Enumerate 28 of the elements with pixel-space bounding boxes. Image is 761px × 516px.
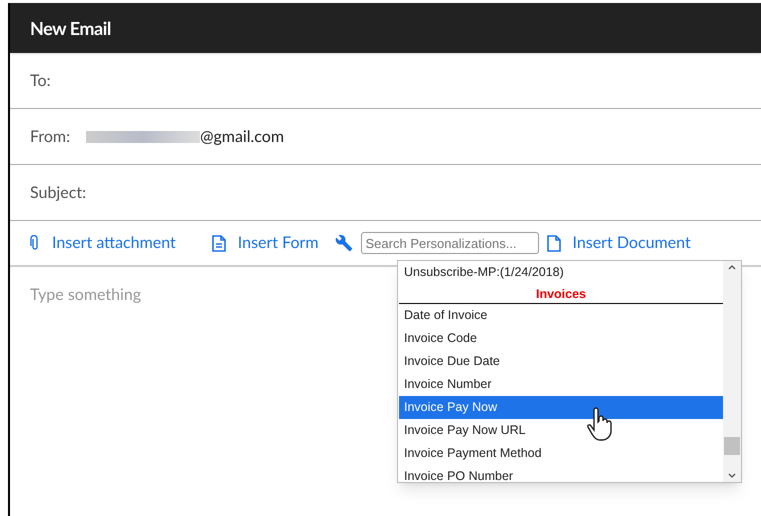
hand-cursor-icon [586, 407, 614, 443]
search-field[interactable]: Search Personalizations... [360, 232, 539, 254]
paperclip-icon [30, 235, 40, 251]
scroll-down-icon[interactable] [728, 473, 736, 478]
dropdown-item[interactable]: Invoice Number [399, 373, 723, 396]
field-label: To: [30, 70, 51, 92]
form-icon [212, 234, 226, 252]
dropdown-item[interactable]: Invoice Code [399, 327, 723, 350]
field-label: From: [30, 126, 70, 148]
dropdown-item[interactable]: Invoice PO Number [399, 465, 723, 482]
insert-attachment-button[interactable]: Insert attachment [30, 231, 176, 255]
dropdown-item[interactable]: Invoice Pay Now URL [399, 419, 723, 442]
window-title: New Email [30, 16, 111, 40]
scroll-up-icon[interactable] [728, 265, 736, 270]
dropdown-item[interactable]: Invoice Due Date [399, 350, 723, 373]
dropdown-item[interactable]: Date of Invoice [399, 304, 723, 327]
scroll-thumb[interactable] [724, 437, 740, 455]
dropdown-item[interactable]: Invoice Pay Now [399, 396, 723, 419]
insert-document-button[interactable]: Insert Document [546, 231, 691, 255]
field-label: Subject: [30, 182, 86, 204]
document-icon [546, 234, 561, 252]
dropdown-item[interactable]: Invoice Payment Method [399, 442, 723, 465]
wrench-icon[interactable] [334, 234, 353, 252]
group-header: Invoices [399, 284, 723, 304]
dropdown-item[interactable]: Unsubscribe-MP:(1/24/2018) [399, 261, 723, 284]
insert-form-button[interactable]: Insert Form [212, 231, 319, 255]
field-value: @gmail.com [200, 126, 284, 148]
message-field[interactable]: Type something [30, 283, 370, 307]
